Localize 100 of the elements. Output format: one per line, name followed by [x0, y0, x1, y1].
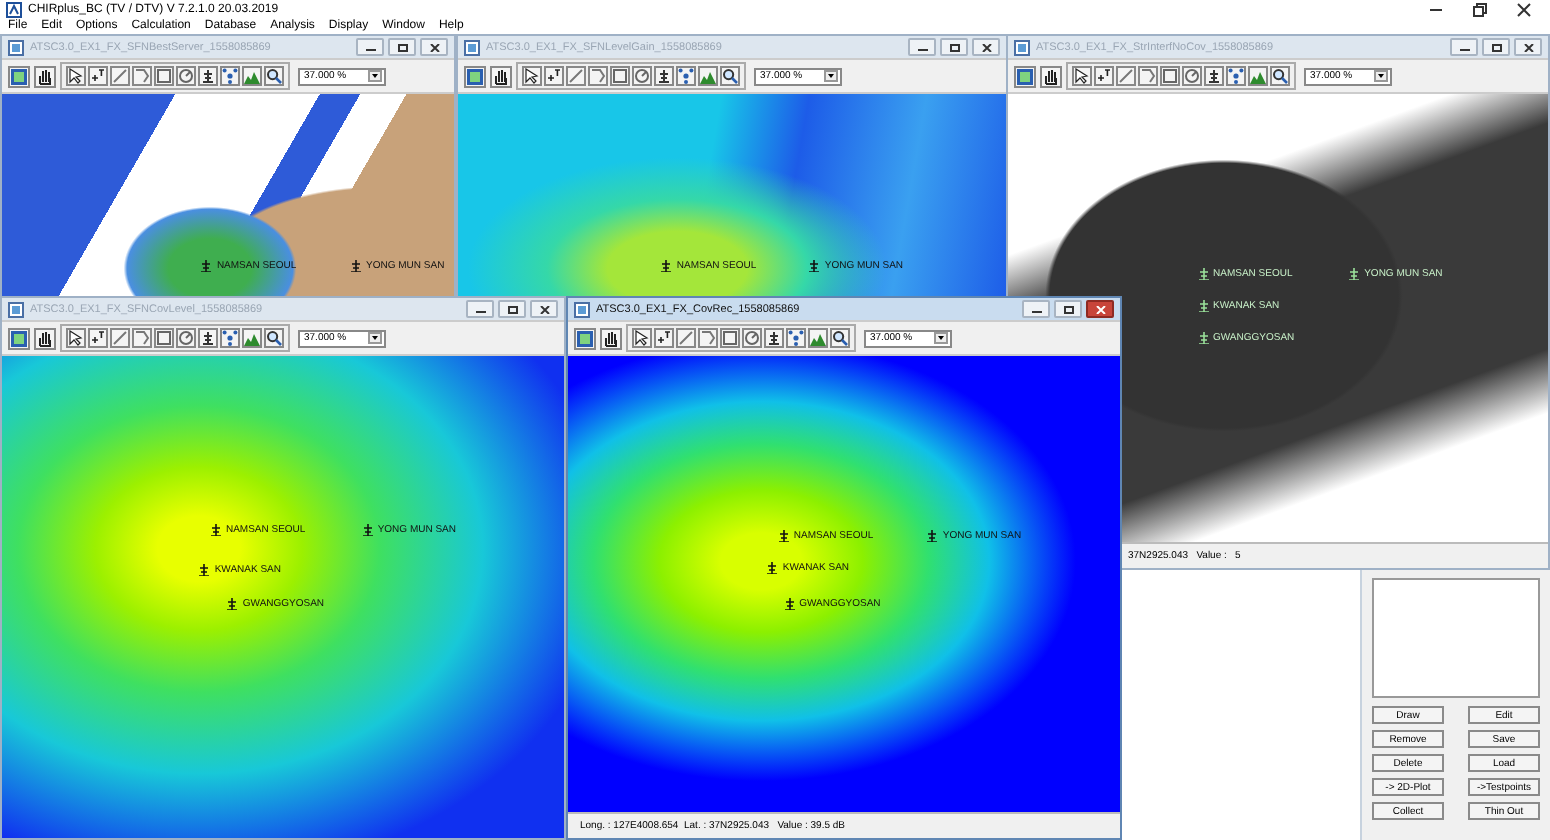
- caret-icon: [934, 332, 948, 344]
- line-tool-button[interactable]: [1116, 66, 1136, 86]
- circle-tool-button[interactable]: [742, 328, 762, 348]
- map-window-icon: [574, 301, 590, 317]
- map-window-icon: [1014, 39, 1030, 55]
- polyline-tool-button[interactable]: [698, 328, 718, 348]
- hand-button[interactable]: [490, 65, 512, 87]
- zoom-tool-button[interactable]: [1270, 66, 1290, 86]
- minimize-button[interactable]: [466, 300, 494, 318]
- network-tool-button[interactable]: [786, 328, 806, 348]
- maximize-button[interactable]: [388, 38, 416, 56]
- transmitter-icon: [660, 259, 673, 272]
- zoom-tool-button[interactable]: [264, 328, 284, 348]
- close-button[interactable]: [972, 38, 1000, 56]
- maximize-icon: [949, 43, 959, 51]
- zoom-tool-button[interactable]: [830, 328, 850, 348]
- close-button[interactable]: [1514, 38, 1542, 56]
- polyline-tool-button[interactable]: [132, 66, 152, 86]
- maximize-button[interactable]: [940, 38, 968, 56]
- maximize-button[interactable]: [1054, 300, 1082, 318]
- transmitter-icon: [361, 524, 374, 537]
- transmitter-icon: [226, 597, 239, 609]
- circle-tool-button[interactable]: [632, 66, 652, 86]
- hand-button[interactable]: [1040, 65, 1062, 87]
- restore-icon[interactable]: [1472, 1, 1488, 17]
- profile-tool-button[interactable]: [242, 328, 262, 348]
- testpoint-tool-button[interactable]: [88, 66, 108, 86]
- close-button[interactable]: [1086, 300, 1114, 318]
- testpoint-tool-button[interactable]: [88, 328, 108, 348]
- transmitter-icon: [766, 561, 779, 574]
- profile-tool-button[interactable]: [808, 328, 828, 348]
- map-button[interactable]: [464, 65, 486, 87]
- tower-tool-button[interactable]: [764, 328, 784, 348]
- rect-tool-button[interactable]: [154, 328, 174, 348]
- maximize-button[interactable]: [1482, 38, 1510, 56]
- network-tool-button[interactable]: [676, 66, 696, 86]
- map-window-icon: [8, 39, 24, 55]
- map-button[interactable]: [1014, 65, 1036, 87]
- rect-tool-button[interactable]: [154, 66, 174, 86]
- hand-button[interactable]: [34, 65, 56, 87]
- profile-tool-button[interactable]: [698, 66, 718, 86]
- circle-tool-button[interactable]: [1182, 66, 1202, 86]
- minimize-button[interactable]: [1450, 38, 1478, 56]
- network-tool-button[interactable]: [220, 66, 240, 86]
- rect-tool-button[interactable]: [1160, 66, 1180, 86]
- testpoint-tool-button[interactable]: [544, 66, 564, 86]
- pointer-tool-button[interactable]: [66, 66, 86, 86]
- testpoint-tool-button[interactable]: [1094, 66, 1114, 86]
- minimize-button[interactable]: [908, 38, 936, 56]
- minimize-button[interactable]: [356, 38, 384, 56]
- testpoint-tool-button[interactable]: [654, 328, 674, 348]
- transmitter-icon: [808, 259, 821, 272]
- hand-button[interactable]: [600, 327, 622, 349]
- line-tool-button[interactable]: [566, 66, 586, 86]
- minimize-button[interactable]: [1022, 300, 1050, 318]
- pointer-tool-button[interactable]: [632, 328, 652, 348]
- hand-button[interactable]: [34, 327, 56, 349]
- polyline-tool-button[interactable]: [1138, 66, 1158, 86]
- rect-tool-button[interactable]: [720, 328, 740, 348]
- close-button[interactable]: [530, 300, 558, 318]
- circle-tool-button[interactable]: [176, 328, 196, 348]
- map-button[interactable]: [574, 327, 596, 349]
- minimize-icon: [475, 305, 485, 313]
- tower-tool-button[interactable]: [654, 66, 674, 86]
- network-tool-button[interactable]: [1226, 66, 1246, 86]
- tower-tool-button[interactable]: [198, 328, 218, 348]
- minimize-icon: [365, 43, 375, 51]
- close-icon: [539, 305, 549, 313]
- polyline-tool-button[interactable]: [132, 328, 152, 348]
- profile-tool-button[interactable]: [242, 66, 262, 86]
- close-icon: [1523, 43, 1533, 51]
- caret-icon: [368, 332, 382, 344]
- zoom-tool-button[interactable]: [720, 66, 740, 86]
- list-box[interactable]: [1372, 578, 1540, 698]
- profile-tool-button[interactable]: [1248, 66, 1268, 86]
- transmitter-icon: [1348, 268, 1361, 281]
- maximize-button[interactable]: [498, 300, 526, 318]
- transmitter-icon: [198, 563, 211, 576]
- tower-tool-button[interactable]: [198, 66, 218, 86]
- transmitter-icon: [926, 529, 939, 542]
- pointer-tool-button[interactable]: [1072, 66, 1092, 86]
- close-icon[interactable]: [1516, 1, 1532, 17]
- network-tool-button[interactable]: [220, 328, 240, 348]
- zoom-tool-button[interactable]: [264, 66, 284, 86]
- line-tool-button[interactable]: [676, 328, 696, 348]
- tower-tool-button[interactable]: [1204, 66, 1224, 86]
- line-tool-button[interactable]: [110, 328, 130, 348]
- close-button[interactable]: [420, 38, 448, 56]
- pointer-tool-button[interactable]: [66, 328, 86, 348]
- map-button[interactable]: [8, 65, 30, 87]
- line-tool-button[interactable]: [110, 66, 130, 86]
- pointer-tool-button[interactable]: [522, 66, 542, 86]
- maximize-icon: [1063, 305, 1073, 313]
- close-icon: [429, 43, 439, 51]
- circle-tool-button[interactable]: [176, 66, 196, 86]
- map-button[interactable]: [8, 327, 30, 349]
- map-window-icon: [8, 301, 24, 317]
- rect-tool-button[interactable]: [610, 66, 630, 86]
- transmitter-icon: [777, 529, 790, 542]
- polyline-tool-button[interactable]: [588, 66, 608, 86]
